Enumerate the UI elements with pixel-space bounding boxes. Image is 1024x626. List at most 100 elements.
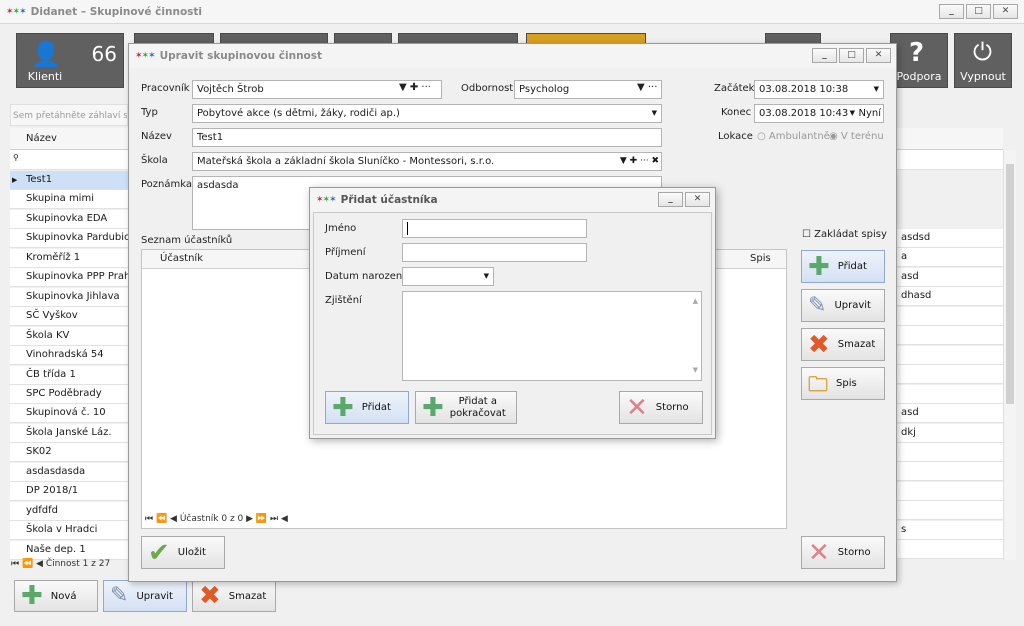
upravit-button[interactable]: ✎ Upravit: [103, 580, 187, 612]
activity-row[interactable]: Skupina mimi: [10, 190, 128, 210]
main-nav[interactable]: ⏮ ⏪ ◀ Činnost 1 z 27: [11, 559, 110, 569]
konec-field[interactable]: 03.08.2018 10:43 ▼ Nyní: [754, 104, 884, 123]
datum-dropdown[interactable]: ▼: [484, 268, 489, 285]
vypnout-tile[interactable]: ⏻ Vypnout: [954, 33, 1012, 88]
add-pridat-pokracovat-button[interactable]: ✚ Přidat a pokračovat: [415, 391, 517, 424]
right-grid-row[interactable]: a: [897, 248, 1003, 268]
activity-row[interactable]: DP 2018/1: [10, 482, 128, 502]
dialog-maximize-button[interactable]: □: [839, 48, 864, 63]
activity-row[interactable]: Škola Janské Láz.: [10, 423, 128, 443]
right-grid-row[interactable]: [897, 326, 1003, 346]
right-grid-row[interactable]: asd: [897, 267, 1003, 287]
activity-row[interactable]: Vinohradská 54: [10, 346, 128, 366]
minimize-button[interactable]: _: [939, 4, 964, 19]
dialog-close-button[interactable]: ✕: [866, 48, 891, 63]
activity-row[interactable]: Skupinovka Pardubice: [10, 229, 128, 249]
scroll-down-icon[interactable]: ▼: [693, 362, 698, 379]
activity-row[interactable]: asdasdasda: [10, 462, 128, 482]
col-ucastnik[interactable]: Účastník: [160, 253, 203, 264]
v-terenu-radio[interactable]: ◉ V terénu: [829, 131, 884, 142]
close-button[interactable]: ✕: [993, 4, 1018, 19]
pracovnik-actions[interactable]: ▼ ✚ ···: [399, 82, 431, 93]
main-nav-label: Činnost 1 z 27: [45, 559, 111, 569]
column-header-nazev[interactable]: Název: [10, 128, 128, 150]
participants-nav-label: Účastník 0 z 0: [179, 514, 244, 524]
ulozit-button[interactable]: ✔ Uložit: [141, 536, 225, 569]
nyni-button[interactable]: Nyní: [858, 105, 881, 122]
add-pridat-button[interactable]: ✚ Přidat: [325, 391, 409, 424]
zacatek-dropdown[interactable]: ▼: [874, 81, 879, 98]
right-filter-row: [897, 150, 1003, 170]
activity-row[interactable]: Skupinová č. 10: [10, 404, 128, 424]
add-dialog-close-button[interactable]: ✕: [685, 192, 710, 207]
jmeno-input[interactable]: [402, 219, 587, 238]
group-panel: Sem přetáhněte záhlaví s: [10, 104, 128, 126]
upravit-ucastnik-button[interactable]: ✎ Upravit: [801, 289, 885, 322]
nazev-label: Název: [141, 131, 172, 142]
filter-pin-icon: ⚲: [13, 153, 19, 162]
storno-button[interactable]: ✕ Storno: [801, 536, 885, 569]
right-grid-row[interactable]: [897, 501, 1003, 521]
scroll-thumb[interactable]: [1006, 164, 1014, 404]
right-grid-row[interactable]: [897, 481, 1003, 501]
maximize-button[interactable]: □: [966, 4, 991, 19]
zjisteni-textarea[interactable]: ▲ ▼: [402, 291, 702, 381]
pencil-icon: ✎: [110, 583, 129, 608]
nazev-field[interactable]: Test1: [192, 128, 662, 147]
activity-row[interactable]: Škola v Hradci: [10, 521, 128, 541]
activity-row[interactable]: Skupinovka Jihlava: [10, 287, 128, 307]
zacatek-field[interactable]: 03.08.2018 10:38 ▼: [754, 80, 884, 99]
add-dialog-minimize-button[interactable]: _: [658, 192, 683, 207]
odbornost-label: Odbornost: [461, 83, 514, 94]
klienti-tile[interactable]: 👤 66 Klienti: [16, 33, 124, 88]
datum-label: Datum narození: [325, 271, 405, 282]
right-grid-row[interactable]: s: [897, 520, 1003, 540]
activity-row[interactable]: Naše dep. 1: [10, 540, 128, 560]
activity-row[interactable]: SČ Vyškov: [10, 307, 128, 327]
right-grid-row[interactable]: [897, 442, 1003, 462]
ambulantne-radio[interactable]: ○ Ambulantně: [757, 131, 830, 142]
activity-row[interactable]: ČB třída 1: [10, 365, 128, 385]
activity-row[interactable]: Skupinovka EDA: [10, 209, 128, 229]
dialog-minimize-button[interactable]: _: [812, 48, 837, 63]
activity-row[interactable]: Kroměříž 1: [10, 248, 128, 268]
activity-row[interactable]: SPC Poděbrady: [10, 384, 128, 404]
participants-nav[interactable]: ⏮ ⏪ ◀ Účastník 0 z 0 ▶ ⏩ ⏭ ◀: [145, 514, 288, 524]
scroll-up-icon[interactable]: ▲: [693, 293, 698, 310]
right-grid-row[interactable]: asd: [897, 404, 1003, 424]
konec-dropdown[interactable]: ▼: [850, 105, 855, 122]
activity-row[interactable]: Škola KV: [10, 326, 128, 346]
right-grid-row[interactable]: [897, 384, 1003, 404]
pridat-ucastnik-button[interactable]: ✚ Přidat: [801, 250, 885, 283]
right-grid-row[interactable]: [897, 365, 1003, 385]
typ-dropdown[interactable]: ▼: [652, 105, 657, 122]
smazat-button[interactable]: ✖ Smazat: [192, 580, 276, 612]
right-grid-row[interactable]: [897, 306, 1003, 326]
right-grid-row[interactable]: dkj: [897, 423, 1003, 443]
activity-row[interactable]: ydfdfd: [10, 501, 128, 521]
smazat-ucastnik-button[interactable]: ✖ Smazat: [801, 328, 885, 361]
odbornost-actions[interactable]: ▼ ···: [637, 82, 657, 93]
right-grid-row[interactable]: asdsd: [897, 229, 1003, 248]
right-grid-row[interactable]: [897, 462, 1003, 482]
activity-row[interactable]: Skupinovka PPP Praha: [10, 268, 128, 288]
skola-field[interactable]: Mateřská škola a základní škola Sluníčko…: [192, 152, 662, 171]
prijmeni-input[interactable]: [402, 243, 587, 262]
datum-input[interactable]: ▼: [402, 267, 494, 286]
right-grid-row[interactable]: dhasd: [897, 287, 1003, 307]
activity-row[interactable]: Test1: [10, 171, 128, 190]
zakladat-spisy-checkbox[interactable]: ☐ Zakládat spisy: [802, 229, 887, 240]
pencil-icon: ✎: [808, 292, 827, 318]
right-grid-row[interactable]: [897, 540, 1003, 560]
spis-button[interactable]: 🗀 Spis: [801, 367, 885, 400]
right-grid-row[interactable]: [897, 345, 1003, 365]
typ-field[interactable]: Pobytové akce (s dětmi, žáky, rodiči ap.…: [192, 104, 662, 123]
nova-button[interactable]: ✚ Nová: [14, 580, 98, 612]
col-spis[interactable]: Spis: [750, 253, 771, 264]
podpora-tile[interactable]: ? Podpora: [890, 33, 948, 88]
skola-actions[interactable]: ▼ ✚ ··· ✖: [620, 153, 659, 170]
right-scrollbar[interactable]: [1003, 150, 1016, 560]
activity-row[interactable]: SK02: [10, 443, 128, 463]
add-storno-button[interactable]: ✕ Storno: [619, 391, 703, 424]
filter-row[interactable]: ⚲: [10, 150, 128, 170]
